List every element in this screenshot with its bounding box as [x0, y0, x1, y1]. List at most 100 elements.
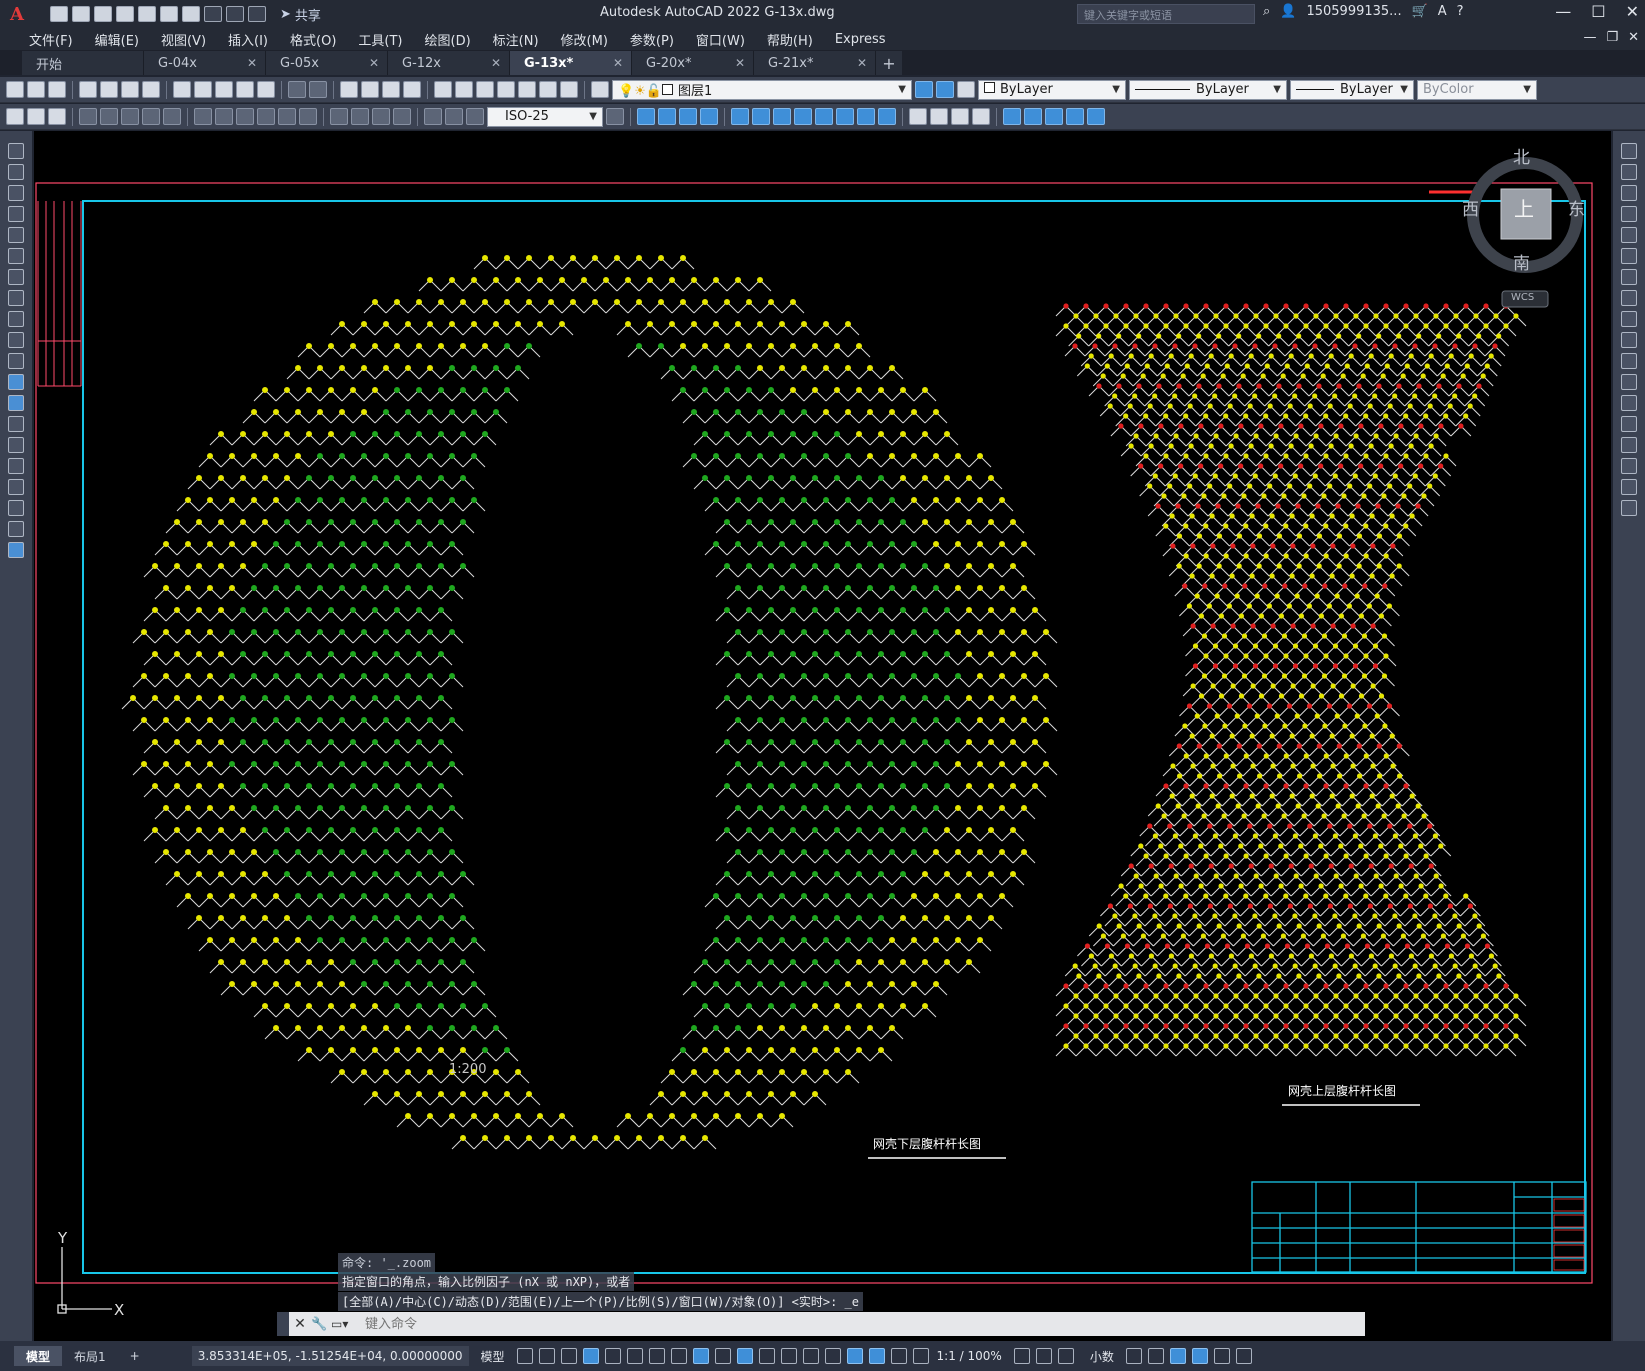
tool-palettes-icon[interactable] [476, 81, 494, 98]
ucs-face-icon[interactable] [1045, 108, 1063, 125]
tab-g12x[interactable]: G-12x ✕ [388, 51, 510, 75]
open-icon[interactable] [27, 81, 45, 98]
menu-view[interactable]: 视图(V) [150, 30, 217, 49]
tab-start[interactable]: 开始 [22, 51, 144, 75]
quickcalc-icon[interactable] [539, 81, 557, 98]
menu-dimension[interactable]: 标注(N) [482, 30, 550, 49]
redo-icon[interactable] [226, 6, 244, 22]
tab-close-icon[interactable]: ✕ [247, 56, 257, 70]
mirror-icon[interactable] [1621, 185, 1637, 201]
box-icon[interactable] [637, 108, 655, 125]
tab-close-icon[interactable]: ✕ [735, 56, 745, 70]
construction-line-icon[interactable] [8, 164, 24, 180]
match-properties-icon[interactable] [236, 81, 254, 98]
help-icon[interactable]: ? [1457, 4, 1464, 19]
layer-previous-icon[interactable] [936, 81, 954, 98]
sphere-icon[interactable] [700, 108, 718, 125]
linetype-dropdown[interactable]: ByLayer ▼ [1129, 79, 1287, 100]
dimension-break-icon[interactable] [299, 108, 317, 125]
plot-icon[interactable] [182, 6, 200, 22]
scale-icon[interactable] [1621, 290, 1637, 306]
chamfer-icon[interactable] [1621, 437, 1637, 453]
menu-draw[interactable]: 绘图(D) [414, 30, 482, 49]
add-selected-icon[interactable] [8, 542, 24, 558]
continue-icon[interactable] [257, 108, 275, 125]
spline-icon[interactable] [8, 311, 24, 327]
menu-help[interactable]: 帮助(H) [756, 30, 824, 49]
quick-dimension-icon[interactable] [6, 108, 24, 125]
circle-icon[interactable] [8, 269, 24, 285]
menu-express[interactable]: Express [824, 32, 897, 47]
markup-icon[interactable] [518, 81, 536, 98]
multiline-text-icon[interactable] [8, 521, 24, 537]
dimtedit-icon[interactable] [445, 108, 463, 125]
ellipse-arc-icon[interactable] [8, 353, 24, 369]
radius-icon[interactable] [121, 108, 139, 125]
angular-icon[interactable] [194, 108, 212, 125]
tab-g20x[interactable]: G-20x* ✕ [632, 51, 754, 75]
drawing-canvas[interactable]: 1:200 网壳下层腹杆杆长图 网壳上层腹杆杆长图 Y X 北 西 东 南 上 … [34, 131, 1611, 1341]
pan-icon[interactable] [340, 81, 358, 98]
undo-icon[interactable] [204, 6, 222, 22]
zoom-previous-icon[interactable] [403, 81, 421, 98]
tab-g13x[interactable]: G-13x* ✕ [510, 51, 632, 75]
paste-icon[interactable] [215, 81, 233, 98]
make-current-layer-icon[interactable] [915, 81, 933, 98]
loft-icon[interactable] [815, 108, 833, 125]
3d-move-icon[interactable] [951, 108, 969, 125]
make-block-icon[interactable] [8, 395, 24, 411]
cart-icon[interactable]: 🛒 [1412, 4, 1428, 19]
union-icon[interactable] [836, 108, 854, 125]
plot-icon[interactable] [79, 81, 97, 98]
properties-icon[interactable] [434, 81, 452, 98]
plot-preview-icon[interactable] [100, 81, 118, 98]
zoom-window-icon[interactable] [382, 81, 400, 98]
menu-file[interactable]: 文件(F) [18, 30, 84, 49]
break-icon[interactable] [1621, 395, 1637, 411]
undo-icon[interactable] [288, 81, 306, 98]
layer-properties-icon[interactable] [591, 81, 609, 98]
table-icon[interactable] [8, 500, 24, 516]
array-icon[interactable] [1621, 227, 1637, 243]
ucs-view-icon[interactable] [1087, 108, 1105, 125]
blend-curves-icon[interactable] [1621, 479, 1637, 495]
trim-icon[interactable] [1621, 332, 1637, 348]
extend-icon[interactable] [1621, 353, 1637, 369]
point-icon[interactable] [8, 416, 24, 432]
color-dropdown[interactable]: ByLayer ▼ [978, 79, 1126, 100]
maximize-icon[interactable]: ☐ [1591, 2, 1605, 21]
search-icon[interactable]: ⌕ [1263, 4, 1270, 19]
move-icon[interactable] [1621, 248, 1637, 264]
presspull-icon[interactable] [752, 108, 770, 125]
insert-block-icon[interactable] [8, 374, 24, 390]
block-editor-icon[interactable] [257, 81, 275, 98]
dimension-style-icon[interactable] [606, 108, 624, 125]
quick-dim-icon[interactable] [215, 108, 233, 125]
rectangle-icon[interactable] [8, 227, 24, 243]
save-icon[interactable] [48, 81, 66, 98]
save-as-icon[interactable] [116, 6, 134, 22]
ucs-object-icon[interactable] [1066, 108, 1084, 125]
open-from-web-icon[interactable] [138, 6, 156, 22]
stretch-icon[interactable] [1621, 311, 1637, 327]
new-tab-button[interactable]: + [876, 51, 902, 75]
break-at-point-icon[interactable] [1621, 374, 1637, 390]
menu-modify[interactable]: 修改(M) [550, 30, 619, 49]
slice-icon[interactable] [909, 108, 927, 125]
section-plane-icon[interactable] [930, 108, 948, 125]
join-icon[interactable] [1621, 416, 1637, 432]
redo-icon[interactable] [309, 81, 327, 98]
close-icon[interactable]: ✕ [1626, 2, 1639, 21]
line-icon[interactable] [8, 143, 24, 159]
share-button[interactable]: ➤ 共享 [280, 5, 321, 24]
doc-restore-icon[interactable]: ❐ [1606, 30, 1618, 45]
menu-window[interactable]: 窗口(W) [685, 30, 756, 49]
menu-format[interactable]: 格式(O) [279, 30, 347, 49]
tab-g05x[interactable]: G-05x ✕ [266, 51, 388, 75]
explode-icon[interactable] [1621, 500, 1637, 516]
cylinder-icon[interactable] [658, 108, 676, 125]
copy-object-icon[interactable] [1621, 164, 1637, 180]
layer-dropdown[interactable]: 💡☀🔓 图层1 ▼ [612, 79, 912, 100]
rotate-icon[interactable] [1621, 269, 1637, 285]
jogged-linear-icon[interactable] [393, 108, 411, 125]
